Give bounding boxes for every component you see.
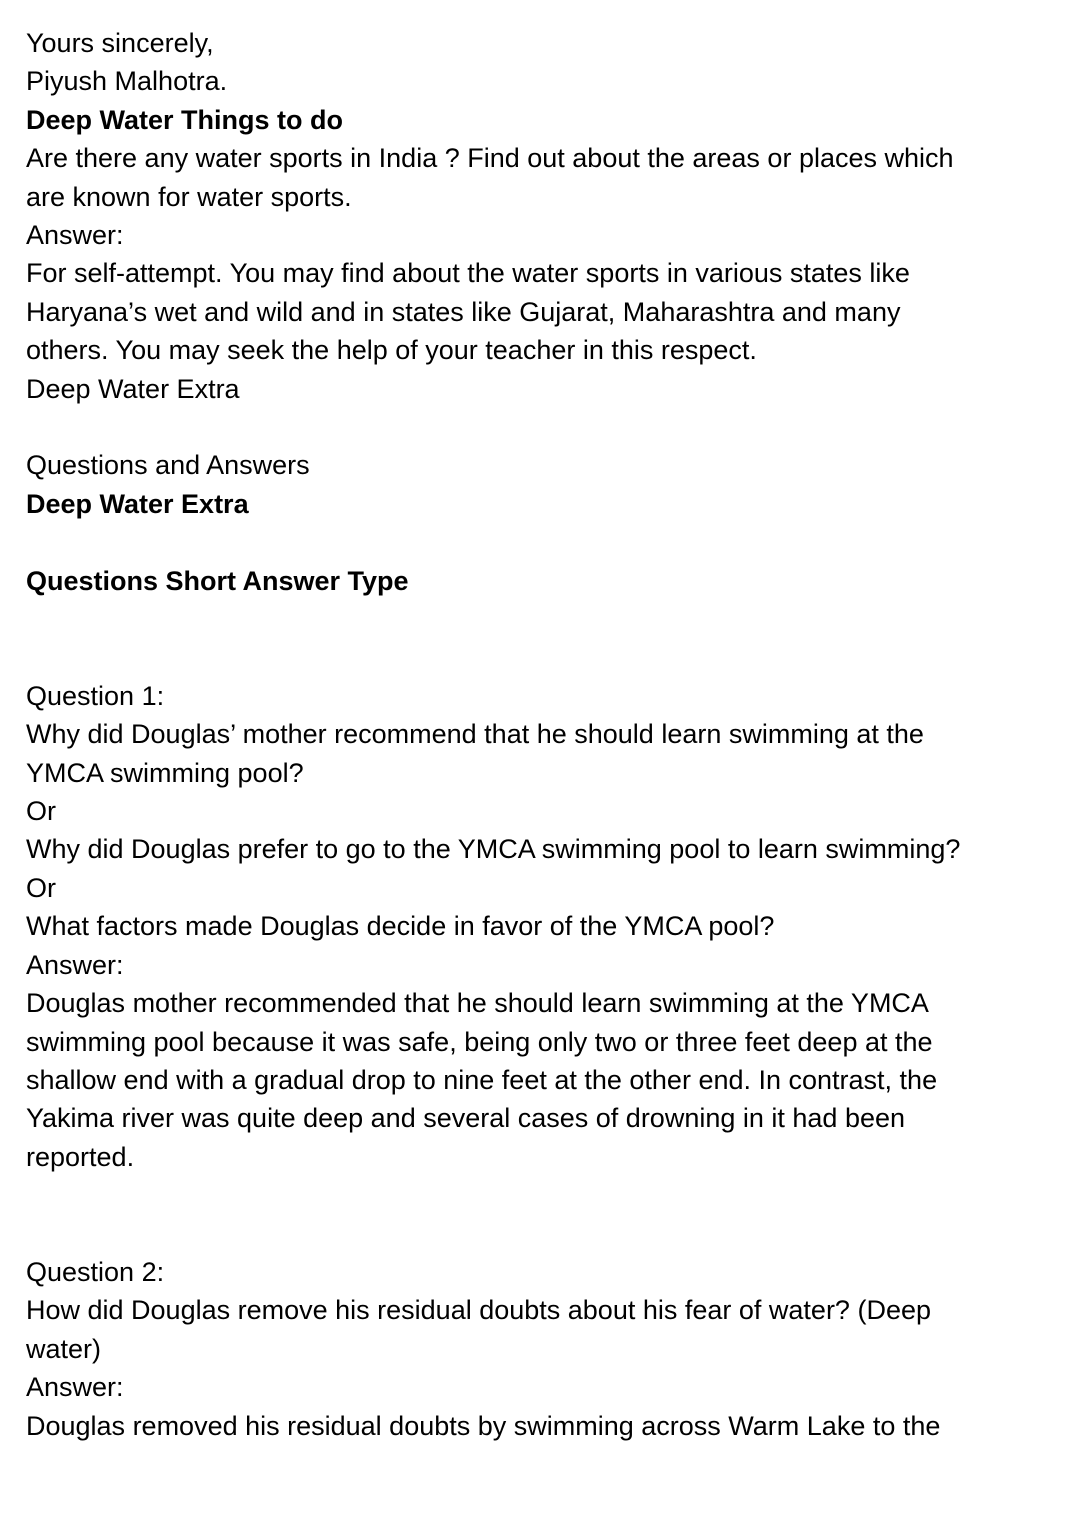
answer-label: Answer: (26, 949, 124, 980)
extra-heading: Deep Water Extra (26, 488, 249, 519)
things-to-do-question-line: Are there any water sports in India ? Fi… (26, 143, 954, 174)
qa-label: Questions and Answers (26, 450, 310, 481)
things-to-do-answer-line: For self-attempt. You may find about the… (26, 258, 910, 289)
question-prompt-line: What factors made Douglas decide in favo… (26, 911, 775, 942)
things-to-do-question-line: are known for water sports. (26, 181, 352, 212)
things-to-do-answer-line: others. You may seek the help of your te… (26, 335, 757, 366)
question-prompt-line: Why did Douglas’ mother recommend that h… (26, 719, 924, 750)
question-prompt-line: How did Douglas remove his residual doub… (26, 1295, 931, 1326)
things-to-do-answer-line: Haryana’s wet and wild and in states lik… (26, 296, 901, 327)
closing-salutation: Yours sincerely, (26, 28, 214, 58)
answer-line: reported. (26, 1141, 135, 1172)
document-page: Yours sincerely, Piyush Malhotra. Deep W… (26, 24, 1056, 1445)
answer-line: shallow end with a gradual drop to nine … (26, 1064, 938, 1095)
answer-line: swimming pool because it was safe, being… (26, 1026, 933, 1057)
answer-line: Douglas mother recommended that he shoul… (26, 988, 929, 1019)
extra-label: Deep Water Extra (26, 373, 240, 404)
closing-signature: Piyush Malhotra. (26, 66, 228, 97)
question-prompt-line: Or (26, 796, 56, 827)
answer-line: Douglas removed his residual doubts by s… (26, 1410, 941, 1441)
things-to-do-heading: Deep Water Things to do (26, 104, 343, 135)
question-prompt-line: YMCA swimming pool? (26, 757, 304, 788)
answer-line: Yakima river was quite deep and several … (26, 1103, 906, 1134)
section-heading: Questions Short Answer Type (26, 565, 409, 596)
question-prompt-line: water) (26, 1333, 102, 1364)
answer-label: Answer: (26, 1372, 124, 1403)
question-number: Question 2: (26, 1256, 165, 1287)
things-to-do-answer-label: Answer: (26, 220, 124, 251)
question-prompt-line: Or (26, 872, 56, 903)
question-prompt-line: Why did Douglas prefer to go to the YMCA… (26, 834, 961, 865)
question-number: Question 1: (26, 680, 165, 711)
